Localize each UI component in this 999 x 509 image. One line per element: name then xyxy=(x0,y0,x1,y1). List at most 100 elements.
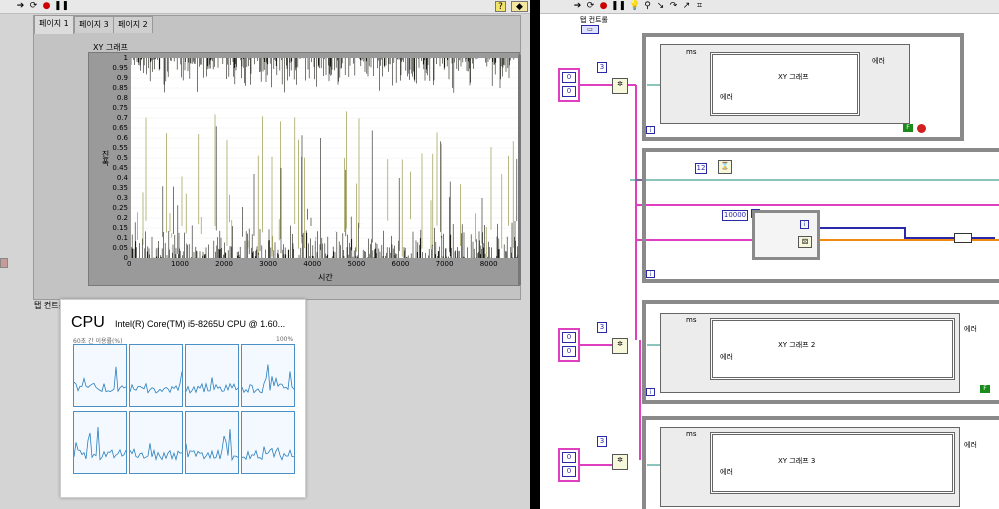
cpu-processor-name: Intel(R) Core(TM) i5-8265U CPU @ 1.60... xyxy=(115,319,286,329)
iteration-terminal-3: i xyxy=(646,388,655,396)
iteration-terminal-loop2: i xyxy=(646,270,655,278)
cpu-core-graph xyxy=(73,411,127,474)
help-icon[interactable]: ? xyxy=(495,1,506,12)
run-continuous-icon[interactable]: ⟳ xyxy=(28,1,39,12)
x-tick-label: 5000 xyxy=(347,260,366,268)
y-tick-label: 0.45 xyxy=(112,164,128,172)
cpu-core-graph xyxy=(185,411,239,474)
cpu-core-grid xyxy=(73,344,295,476)
merge-node-1[interactable]: ✲ xyxy=(612,78,628,94)
error-label-4: 에러 xyxy=(720,468,733,476)
error-label-out-4: 에러 xyxy=(964,441,977,449)
x-tick-label: 8000 xyxy=(479,260,498,268)
loop1-constant[interactable]: 3 xyxy=(597,62,607,73)
error-label-3: 에러 xyxy=(720,353,733,361)
y-tick-label: 0.4 xyxy=(116,174,128,182)
x-tick-label: 3000 xyxy=(259,260,278,268)
run-arrow-icon[interactable]: ➔ xyxy=(15,1,26,12)
sequence-frame-3 xyxy=(710,318,955,380)
cpu-core-graph xyxy=(185,344,239,407)
graph-terminal-label-3: XY 그래프 2 xyxy=(778,341,816,349)
y-tick-label: 0.65 xyxy=(112,124,128,132)
cpu-core-graph xyxy=(241,344,295,407)
wait-ms-node[interactable]: ⌛ xyxy=(718,160,732,174)
tab-page-2[interactable]: 페이지 2 xyxy=(113,16,153,33)
window-divider xyxy=(530,0,540,509)
cpu-core-graph xyxy=(129,411,183,474)
y-tick-label: 0.5 xyxy=(116,154,128,162)
y-tick-label: 0.9 xyxy=(116,74,128,82)
graph-scrollbar[interactable] xyxy=(518,55,521,285)
y-tick-label: 0.3 xyxy=(116,194,128,202)
timer-label-3: ms xyxy=(686,316,697,324)
stop-terminal-3[interactable]: F xyxy=(980,385,990,393)
for-loop[interactable] xyxy=(752,210,820,260)
y-tick-label: 0.95 xyxy=(112,64,128,72)
iteration-terminal-1: i xyxy=(646,126,655,134)
cpu-core-graph xyxy=(73,344,127,407)
tab-page-1[interactable]: 페이지 1 xyxy=(34,15,74,34)
x-tick-label: 4000 xyxy=(303,260,322,268)
loop3-constant[interactable]: 3 xyxy=(597,322,607,333)
loop4-constant[interactable]: 3 xyxy=(597,436,607,447)
error-label-1: 에러 xyxy=(720,93,733,101)
error-code-const[interactable]: 0 xyxy=(562,466,576,477)
y-tick-label: 0.85 xyxy=(112,84,128,92)
y-tick-label: 0.55 xyxy=(112,144,128,152)
y-tick-label: 0.15 xyxy=(112,224,128,232)
build-xy-node[interactable] xyxy=(954,233,972,243)
y-tick-label: 0.7 xyxy=(116,114,128,122)
xy-graph-plot-area xyxy=(130,57,519,259)
merge-node-3[interactable]: ✲ xyxy=(612,338,628,354)
y-tick-label: 0.25 xyxy=(112,204,128,212)
error-status-const[interactable]: 0 xyxy=(562,452,576,463)
front-toolbar: ➔ ⟳ ● ❚❚ ? ◆ xyxy=(0,0,530,14)
error-label-out-1: 에러 xyxy=(872,57,885,65)
graph-terminal-label-4: XY 그래프 3 xyxy=(778,457,816,465)
random-number-node[interactable]: ⚄ xyxy=(798,236,812,248)
graph-terminal-label-1: XY 그래프 xyxy=(778,73,809,81)
y-tick-label: 0.75 xyxy=(112,104,128,112)
sequence-frame-1 xyxy=(710,52,860,116)
x-axis-ticks: 0 1000 2000 3000 4000 5000 6000 7000 8000 xyxy=(127,260,519,272)
left-edge-indicator xyxy=(0,258,8,268)
x-tick-label: 7000 xyxy=(435,260,454,268)
vi-icon: ◆ xyxy=(511,1,528,12)
tab-page-3[interactable]: 페이지 3 xyxy=(74,16,114,33)
y-axis-label: 진폭 xyxy=(101,150,110,166)
cpu-title: CPU xyxy=(71,314,105,331)
y-tick-label: 0.2 xyxy=(116,214,128,222)
y-tick-label: 1 xyxy=(123,54,128,62)
x-tick-label: 1000 xyxy=(171,260,189,268)
y-tick-label: 0.35 xyxy=(112,184,128,192)
cpu-core-graph xyxy=(241,411,295,474)
n-constant[interactable]: 10000 xyxy=(722,210,748,221)
x-tick-label: 2000 xyxy=(215,260,233,268)
stop-icon[interactable] xyxy=(917,124,926,133)
xy-graph-plot xyxy=(130,57,519,259)
error-code-const[interactable]: 0 xyxy=(562,86,576,97)
merge-node-4[interactable]: ✲ xyxy=(612,454,628,470)
abort-icon[interactable]: ● xyxy=(41,1,52,12)
cpu-monitor-window: CPU Intel(R) Core(TM) i5-8265U CPU @ 1.6… xyxy=(60,299,306,498)
error-status-const[interactable]: 0 xyxy=(562,332,576,343)
timer-label-1: ms xyxy=(686,48,697,56)
x-axis-label: 시간 xyxy=(318,273,333,282)
error-status-const[interactable]: 0 xyxy=(562,72,576,83)
error-code-const[interactable]: 0 xyxy=(562,346,576,357)
block-diagram: ➔ ⟳ ● ❚❚ 💡 ⚲ ↘ ↷ ↗ ⌗ 탭 컨트롤 ▭ 0 0 0 0 0 0… xyxy=(540,0,999,509)
error-label-out-3: 에러 xyxy=(964,325,977,333)
wait-constant[interactable]: 12 xyxy=(695,163,707,174)
y-tick-label: 0.1 xyxy=(116,234,128,242)
y-tick-label: 0.05 xyxy=(112,244,128,252)
pause-icon[interactable]: ❚❚ xyxy=(54,1,69,12)
x-tick-label: 6000 xyxy=(391,260,410,268)
stop-terminal-1[interactable]: F xyxy=(903,124,913,132)
sequence-frame-4 xyxy=(710,432,955,494)
front-panel: ➔ ⟳ ● ❚❚ ? ◆ 페이지 1 페이지 3 페이지 2 XY 그래프 00… xyxy=(0,0,530,509)
y-tick-label: 0.8 xyxy=(116,94,128,102)
y-tick-label: 0.6 xyxy=(116,134,128,142)
timer-label-4: ms xyxy=(686,430,697,438)
x-tick-label: 0 xyxy=(127,260,132,268)
iteration-terminal-2: i xyxy=(800,220,809,229)
